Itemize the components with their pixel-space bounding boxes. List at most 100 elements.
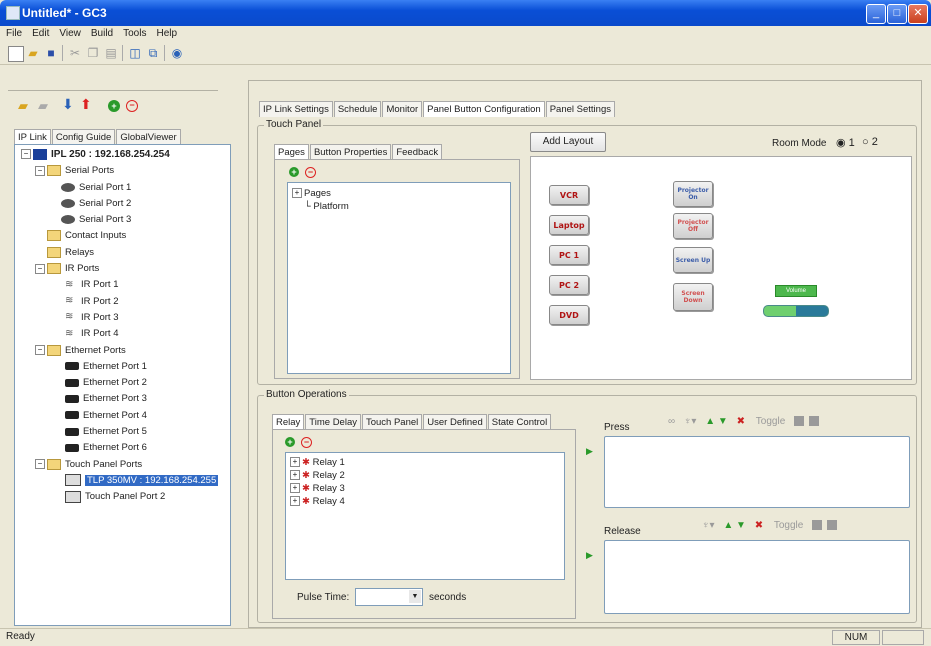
tree-serial-port-3[interactable]: Serial Port 3: [21, 212, 230, 228]
windows-icon[interactable]: ⧉: [146, 46, 160, 60]
infinity-icon[interactable]: ∞: [668, 416, 675, 427]
move-up-icon[interactable]: ⬆: [80, 96, 92, 113]
tree-serial-ports[interactable]: − Serial Ports: [21, 163, 230, 179]
relay-item-3[interactable]: + ✱ Relay 3: [290, 482, 564, 495]
grid-icon[interactable]: [826, 520, 837, 531]
grid-icon[interactable]: [812, 520, 823, 531]
delete-icon[interactable]: ✖: [737, 416, 745, 427]
tree-ir-port-4[interactable]: ≋ IR Port 4: [21, 326, 230, 342]
layout-canvas[interactable]: VCR Laptop PC 1 PC 2 DVD Projector On Pr…: [530, 156, 912, 380]
remove-relay-icon[interactable]: −: [301, 437, 312, 448]
tree-root[interactable]: − IPL 250 : 192.168.254.254: [21, 147, 230, 163]
close-button[interactable]: ✕: [908, 4, 928, 24]
move-down-icon[interactable]: ▼: [736, 520, 746, 531]
tab-ip-link[interactable]: IP Link: [14, 129, 51, 145]
relay-list[interactable]: + ✱ Relay 1 + ✱ Relay 2 + ✱ Relay 3 + ✱ Rela…: [285, 452, 565, 580]
menu-view[interactable]: View: [59, 26, 81, 42]
tab-state-control[interactable]: State Control: [487, 414, 552, 430]
remove-page-icon[interactable]: −: [305, 167, 316, 178]
tree-ethernet-port-5[interactable]: Ethernet Port 5: [21, 424, 230, 440]
macro-icon[interactable]: ♆▾: [702, 520, 715, 531]
pages-root[interactable]: + Pages: [292, 187, 510, 200]
room-mode-radio-1[interactable]: ◉ 1: [836, 136, 855, 149]
tab-pages[interactable]: Pages: [274, 144, 309, 160]
dvd-button[interactable]: DVD: [549, 305, 589, 325]
menu-help[interactable]: Help: [156, 26, 177, 42]
tree-serial-port-2[interactable]: Serial Port 2: [21, 196, 230, 212]
tree-touch-panel-ports[interactable]: − Touch Panel Ports: [21, 457, 230, 473]
pc1-button[interactable]: PC 1: [549, 245, 589, 265]
release-list[interactable]: [604, 540, 910, 614]
pages-tree[interactable]: + Pages └ Platform: [287, 182, 511, 374]
tree-touch-panel-1[interactable]: TLP 350MV : 192.168.254.255: [21, 473, 230, 489]
new-icon[interactable]: [8, 46, 24, 62]
tree-ir-port-1[interactable]: ≋ IR Port 1: [21, 277, 230, 293]
pages-platform[interactable]: └ Platform: [292, 200, 510, 213]
grid-icon[interactable]: [808, 416, 819, 427]
tree-ethernet-port-1[interactable]: Ethernet Port 1: [21, 359, 230, 375]
move-down-icon[interactable]: ⬇: [62, 96, 74, 113]
screen-down-button[interactable]: Screen Down: [673, 283, 713, 311]
add-icon[interactable]: +: [108, 100, 120, 112]
tree-touch-panel-2[interactable]: Touch Panel Port 2: [21, 489, 230, 505]
tree-ir-ports[interactable]: − IR Ports: [21, 261, 230, 277]
tree-relays[interactable]: Relays: [21, 245, 230, 261]
relay-item-4[interactable]: + ✱ Relay 4: [290, 495, 564, 508]
pulse-time-select[interactable]: ▼: [355, 588, 423, 606]
tab-schedule[interactable]: Schedule: [333, 101, 382, 117]
tab-feedback[interactable]: Feedback: [392, 144, 443, 160]
tab-user-defined[interactable]: User Defined: [423, 414, 487, 430]
room-mode-radio-2[interactable]: ○ 2: [862, 136, 878, 148]
delete-icon[interactable]: ✖: [755, 520, 763, 531]
window-icon[interactable]: ◫: [128, 46, 142, 60]
menu-file[interactable]: File: [6, 26, 22, 42]
relay-item-1[interactable]: + ✱ Relay 1: [290, 456, 564, 469]
menu-build[interactable]: Build: [91, 26, 113, 42]
folder-add-icon[interactable]: ▰: [18, 98, 28, 114]
minimize-button[interactable]: _: [866, 4, 886, 24]
macro-icon[interactable]: ♆▾: [684, 416, 697, 427]
pc2-button[interactable]: PC 2: [549, 275, 589, 295]
press-toggle-label[interactable]: Toggle: [756, 416, 785, 427]
projector-on-button[interactable]: Projector On: [673, 181, 713, 207]
chevron-down-icon[interactable]: ▼: [409, 590, 421, 603]
menu-edit[interactable]: Edit: [32, 26, 49, 42]
tree-ir-port-2[interactable]: ≋ IR Port 2: [21, 294, 230, 310]
add-layout-button[interactable]: Add Layout: [530, 132, 606, 152]
tree-serial-port-1[interactable]: Serial Port 1: [21, 180, 230, 196]
tab-time-delay[interactable]: Time Delay: [305, 414, 361, 430]
projector-off-button[interactable]: Projector Off: [673, 213, 713, 239]
save-icon[interactable]: ■: [44, 46, 58, 60]
move-up-icon[interactable]: ▲: [705, 416, 715, 427]
open-folder-icon[interactable]: ▰: [26, 46, 40, 60]
release-toggle-label[interactable]: Toggle: [774, 520, 803, 531]
menu-tools[interactable]: Tools: [123, 26, 146, 42]
relay-item-2[interactable]: + ✱ Relay 2: [290, 469, 564, 482]
laptop-button[interactable]: Laptop: [549, 215, 589, 235]
tab-globalviewer[interactable]: GlobalViewer: [116, 129, 181, 145]
move-up-icon[interactable]: ▲: [723, 520, 733, 531]
about-icon[interactable]: ◉: [170, 46, 184, 60]
device-tree[interactable]: − IPL 250 : 192.168.254.254 − Serial Ports…: [14, 144, 231, 626]
tab-panel-button-configuration[interactable]: Panel Button Configuration: [423, 101, 545, 117]
screen-up-button[interactable]: Screen Up: [673, 247, 713, 273]
tree-ethernet-port-3[interactable]: Ethernet Port 3: [21, 391, 230, 407]
tree-ir-port-3[interactable]: ≋ IR Port 3: [21, 310, 230, 326]
tab-button-properties[interactable]: Button Properties: [309, 144, 392, 160]
move-down-icon[interactable]: ▼: [718, 416, 728, 427]
tab-panel-settings[interactable]: Panel Settings: [545, 101, 615, 117]
tab-monitor[interactable]: Monitor: [382, 101, 423, 117]
copy-icon[interactable]: ❐: [86, 46, 100, 60]
add-relay-icon[interactable]: +: [285, 437, 295, 447]
tree-ethernet-ports[interactable]: − Ethernet Ports: [21, 343, 230, 359]
tab-relay[interactable]: Relay: [272, 414, 305, 430]
press-list[interactable]: [604, 436, 910, 508]
tab-ip-link-settings[interactable]: IP Link Settings: [259, 101, 333, 117]
remove-icon[interactable]: −: [126, 100, 138, 112]
maximize-button[interactable]: □: [887, 4, 907, 24]
tab-touch-panel[interactable]: Touch Panel: [361, 414, 423, 430]
cut-icon[interactable]: ✂: [68, 46, 82, 60]
tree-ethernet-port-2[interactable]: Ethernet Port 2: [21, 375, 230, 391]
tree-ethernet-port-4[interactable]: Ethernet Port 4: [21, 408, 230, 424]
vcr-button[interactable]: VCR: [549, 185, 589, 205]
